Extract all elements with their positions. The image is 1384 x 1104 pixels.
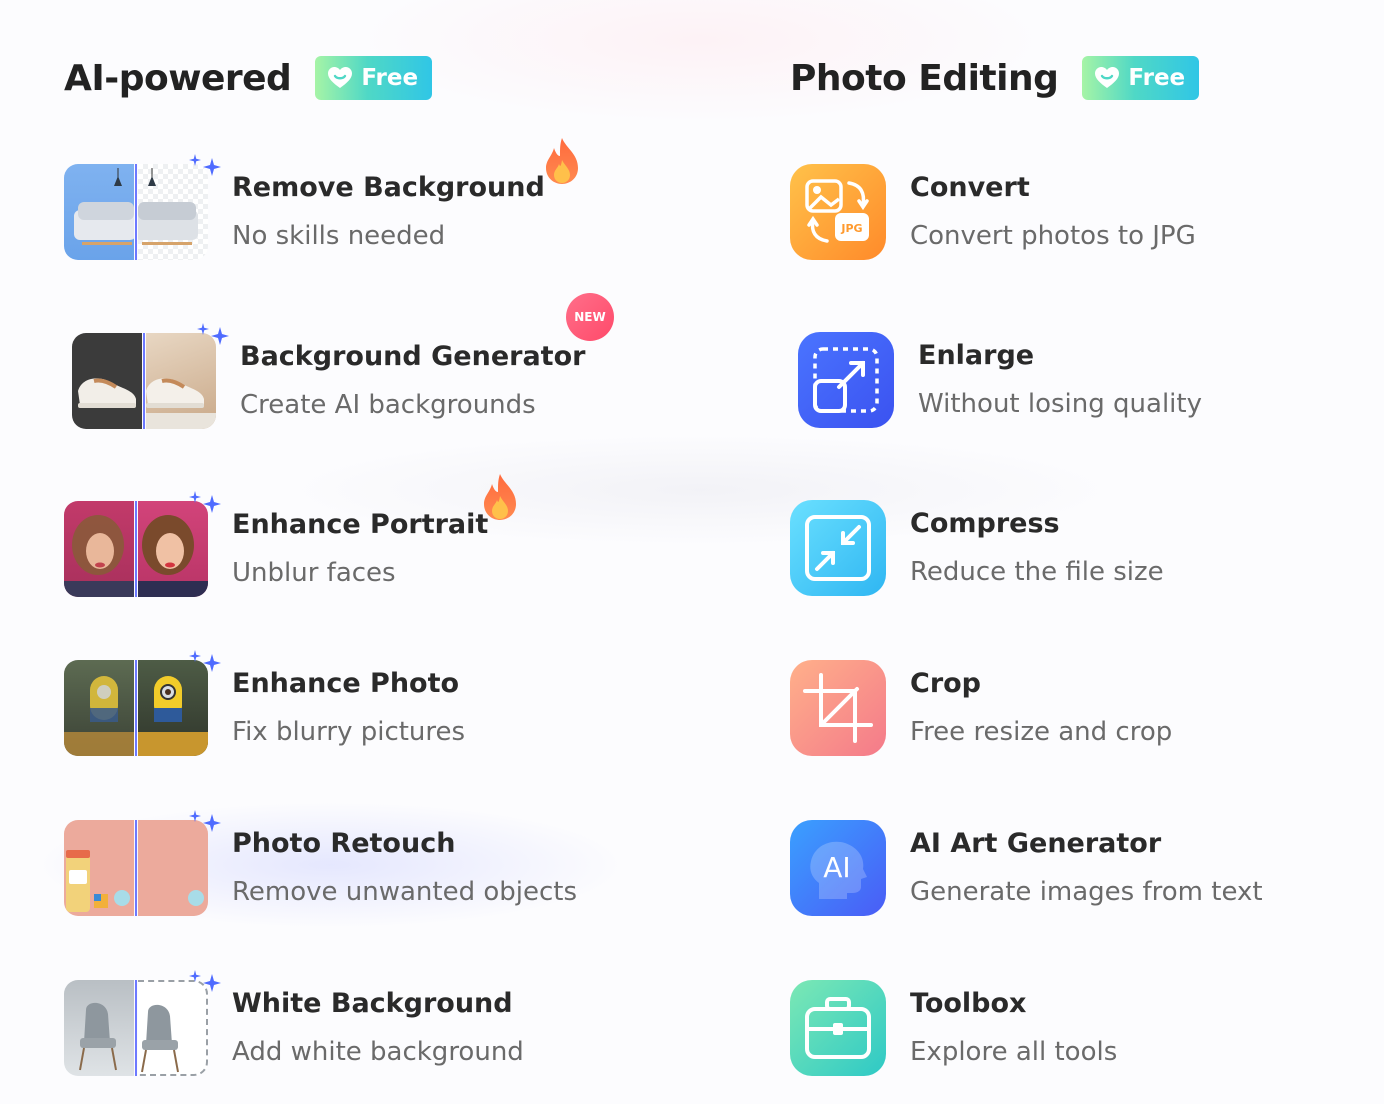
compare-divider [135, 164, 137, 260]
tool-ai-art-generator[interactable]: AI AI Art Generator Generate images from… [790, 818, 1263, 918]
enlarge-icon [798, 332, 894, 428]
crop-icon [790, 660, 886, 756]
tool-text: Toolbox Explore all tools [910, 986, 1117, 1070]
hot-fire-icon [542, 136, 582, 186]
before-image [72, 333, 142, 429]
tool-description: Unblur faces [232, 558, 396, 588]
tool-description: Convert photos to JPG [910, 221, 1196, 251]
tool-description: Add white background [232, 1037, 524, 1067]
after-image [146, 333, 216, 429]
hot-fire-icon [480, 472, 520, 522]
toolbox-icon [790, 980, 886, 1076]
tool-text: Remove Background No skills needed [232, 170, 545, 254]
before-image [64, 501, 134, 597]
tool-name: Toolbox [910, 988, 1027, 1019]
section-title: Photo Editing [790, 57, 1059, 99]
tool-text: Compress Reduce the file size [910, 506, 1164, 590]
tool-description: Explore all tools [910, 1037, 1118, 1067]
tool-photo-retouch[interactable]: Photo Retouch Remove unwanted objects [64, 818, 577, 918]
tool-white-background[interactable]: White Background Add white background [64, 978, 524, 1078]
after-image [138, 660, 208, 756]
enhance-portrait-thumbnail [64, 501, 208, 597]
remove-background-thumbnail [64, 164, 208, 260]
white-background-thumbnail [64, 980, 208, 1076]
tool-description: Fix blurry pictures [232, 717, 466, 747]
tool-text: AI Art Generator Generate images from te… [910, 826, 1263, 910]
tool-text: Crop Free resize and crop [910, 666, 1172, 750]
compare-divider [135, 501, 137, 597]
tool-name: Remove Background [232, 172, 545, 203]
tool-text: Enlarge Without losing quality [918, 338, 1202, 422]
tool-name: Crop [910, 668, 982, 699]
tool-name: Enhance Portrait [232, 509, 489, 540]
heart-icon [1094, 66, 1120, 90]
free-badge: Free [1082, 56, 1200, 100]
tool-name: White Background [232, 988, 513, 1019]
tool-remove-background[interactable]: Remove Background No skills needed [64, 162, 545, 262]
tool-text: Enhance Portrait Unblur faces [232, 507, 488, 591]
tool-name: Background Generator [240, 341, 586, 372]
tool-text: Background Generator Create AI backgroun… [240, 339, 585, 423]
tool-convert[interactable]: JPG Convert Convert photos to JPG [790, 162, 1196, 262]
tool-text: Convert Convert photos to JPG [910, 170, 1196, 254]
tool-crop[interactable]: Crop Free resize and crop [790, 658, 1172, 758]
sparkle-icon [188, 808, 222, 834]
tool-enhance-photo[interactable]: Enhance Photo Fix blurry pictures [64, 658, 465, 758]
before-image [64, 660, 134, 756]
tool-name: AI Art Generator [910, 828, 1162, 859]
tool-description: Create AI backgrounds [240, 390, 536, 420]
tool-name: Enlarge [918, 340, 1035, 371]
after-image [138, 501, 208, 597]
convert-icon: JPG [790, 164, 886, 260]
tool-description: No skills needed [232, 221, 446, 251]
tool-enlarge[interactable]: Enlarge Without losing quality [798, 330, 1202, 430]
compare-divider [135, 980, 137, 1076]
tool-toolbox[interactable]: Toolbox Explore all tools [790, 978, 1117, 1078]
free-badge: Free [315, 56, 433, 100]
tool-text: White Background Add white background [232, 986, 524, 1070]
background-generator-thumbnail [72, 333, 216, 429]
tool-name: Convert [910, 172, 1030, 203]
tool-name: Enhance Photo [232, 668, 460, 699]
sparkle-icon [188, 648, 222, 674]
tool-description: Without losing quality [918, 389, 1202, 419]
tool-background-generator[interactable]: Background Generator Create AI backgroun… [72, 331, 585, 431]
tool-text: Photo Retouch Remove unwanted objects [232, 826, 577, 910]
section-title: AI-powered [64, 57, 292, 99]
tool-enhance-portrait[interactable]: Enhance Portrait Unblur faces [64, 499, 488, 599]
compare-divider [135, 660, 137, 756]
tool-name: Compress [910, 508, 1060, 539]
after-image [138, 980, 208, 1076]
before-image [64, 980, 134, 1076]
free-badge-label: Free [361, 65, 419, 91]
ai-art-icon: AI [790, 820, 886, 916]
sparkle-icon [188, 152, 222, 178]
compress-icon [790, 500, 886, 596]
tool-description: Free resize and crop [910, 717, 1173, 747]
free-badge-label: Free [1128, 65, 1186, 91]
before-image [64, 164, 134, 260]
ai-label: AI [823, 851, 850, 884]
tool-name: Photo Retouch [232, 828, 456, 859]
enhance-photo-thumbnail [64, 660, 208, 756]
jpg-label: JPG [840, 222, 862, 235]
sparkle-icon [188, 968, 222, 994]
after-image [138, 164, 208, 260]
new-badge: NEW [566, 293, 614, 341]
photo-editing-header: Photo Editing Free [790, 56, 1200, 100]
ai-powered-header: AI-powered Free [64, 56, 433, 100]
tool-description: Generate images from text [910, 877, 1263, 907]
tool-text: Enhance Photo Fix blurry pictures [232, 666, 465, 750]
compare-divider [135, 820, 137, 916]
compare-divider [143, 333, 145, 429]
after-image [138, 820, 208, 916]
tool-description: Remove unwanted objects [232, 877, 578, 907]
before-image [64, 820, 134, 916]
sparkle-icon [196, 321, 230, 347]
heart-icon [327, 66, 353, 90]
tool-description: Reduce the file size [910, 557, 1164, 587]
tool-compress[interactable]: Compress Reduce the file size [790, 498, 1164, 598]
sparkle-icon [188, 489, 222, 515]
photo-retouch-thumbnail [64, 820, 208, 916]
